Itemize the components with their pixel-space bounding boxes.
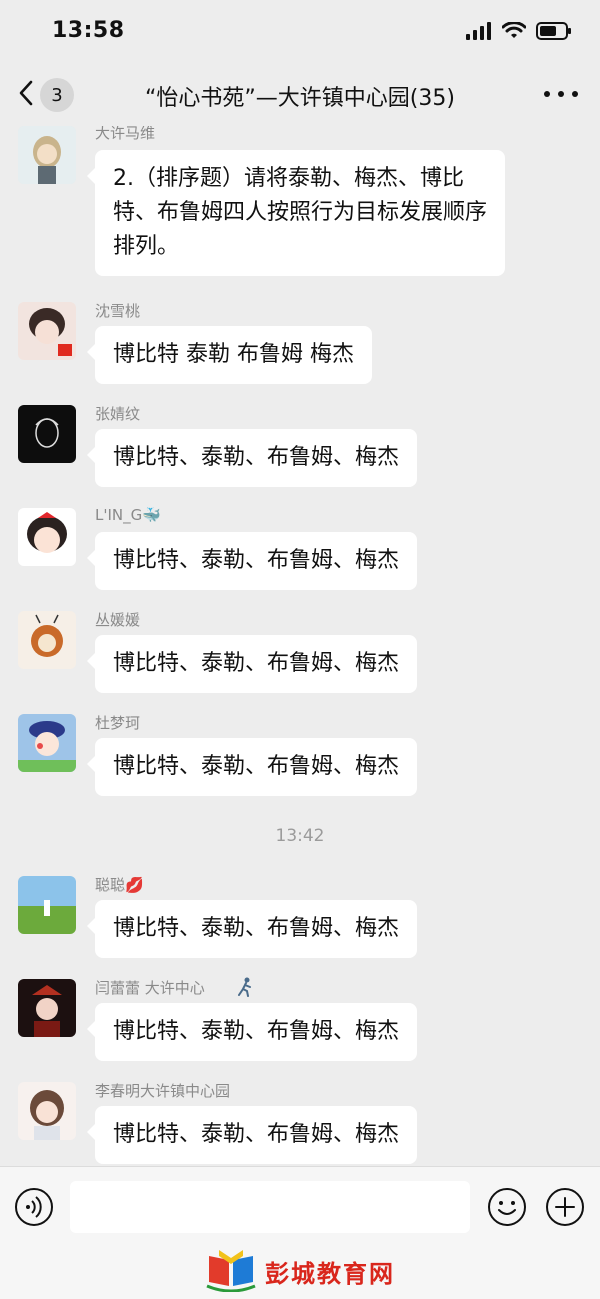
- sender-name: 李春明大许镇中心园: [95, 1082, 231, 1100]
- emoji-button[interactable]: [487, 1187, 527, 1227]
- voice-button[interactable]: [14, 1187, 54, 1227]
- status-icons: [466, 21, 572, 44]
- sender-name: 丛媛媛: [95, 611, 141, 629]
- message-bubble[interactable]: 博比特、泰勒、布鲁姆、梅杰: [86, 532, 418, 590]
- more-dot-icon: [558, 91, 564, 97]
- chevron-left-icon: [18, 79, 34, 111]
- message-bubble[interactable]: 2.（排序题）请将泰勒、梅杰、博比特、布鲁姆四人按照行为目标发展顺序排列。: [87, 150, 505, 276]
- book-logo-icon: [205, 1246, 257, 1296]
- chat-title: “怡心书苑”—大许镇中心园(35): [145, 86, 455, 111]
- more-dot-icon: [544, 91, 550, 97]
- wifi-icon: [501, 21, 527, 44]
- plus-icon: [545, 1188, 585, 1231]
- message-bubble[interactable]: 博比特 泰勒 布鲁姆 梅杰: [87, 326, 372, 384]
- more-dot-icon: [572, 91, 578, 97]
- message-bubble[interactable]: 博比特、泰勒、布鲁姆、梅杰: [86, 900, 418, 958]
- battery-icon: [536, 22, 572, 44]
- avatar[interactable]: [18, 1082, 76, 1140]
- running-person-icon: [236, 977, 254, 1001]
- sender-name: 大许马维: [95, 126, 156, 142]
- watermark-text: 彭城教育网: [265, 1259, 395, 1288]
- sender-name: 聪聪💋: [95, 876, 144, 894]
- back-button[interactable]: 3: [18, 78, 88, 112]
- voice-icon: [14, 1188, 54, 1231]
- message-bubble[interactable]: 博比特、泰勒、布鲁姆、梅杰: [86, 1106, 418, 1164]
- avatar[interactable]: [18, 611, 76, 669]
- avatar[interactable]: [18, 126, 76, 184]
- time-divider: 13:42: [275, 826, 325, 846]
- watermark-logo: 彭城教育网: [205, 1243, 415, 1299]
- sender-name: 杜梦珂: [95, 714, 141, 732]
- sender-name: L'IN_G🐳: [95, 506, 161, 524]
- unread-badge: 3: [40, 78, 74, 112]
- message-input[interactable]: [70, 1181, 470, 1233]
- signal-icon: [466, 22, 492, 44]
- chat-messages[interactable]: 大许马维 2.（排序题）请将泰勒、梅杰、博比特、布鲁姆四人按照行为目标发展顺序排…: [0, 126, 600, 1166]
- status-time: 13:58: [52, 18, 125, 43]
- status-bar: 13:58: [0, 0, 600, 62]
- avatar[interactable]: [18, 302, 76, 360]
- message-bubble[interactable]: 博比特、泰勒、布鲁姆、梅杰: [86, 429, 418, 487]
- sender-name: 张婧纹: [95, 405, 141, 423]
- message-bubble[interactable]: 博比特、泰勒、布鲁姆、梅杰: [86, 1003, 418, 1061]
- avatar[interactable]: [18, 508, 76, 566]
- nav-bar: 3 “怡心书苑”—大许镇中心园(35): [0, 62, 600, 126]
- add-button[interactable]: [545, 1187, 585, 1227]
- sender-name: 闫蕾蕾 大许中心: [95, 979, 205, 997]
- avatar[interactable]: [18, 876, 76, 934]
- avatar[interactable]: [18, 405, 76, 463]
- avatar[interactable]: [18, 979, 76, 1037]
- more-options-button[interactable]: [544, 82, 578, 106]
- message-bubble[interactable]: 博比特、泰勒、布鲁姆、梅杰: [86, 738, 418, 796]
- input-bar: 彭城教育网: [0, 1166, 600, 1299]
- sender-name: 沈雪桃: [95, 302, 141, 320]
- avatar[interactable]: [18, 714, 76, 772]
- emoji-icon: [487, 1188, 527, 1231]
- message-bubble[interactable]: 博比特、泰勒、布鲁姆、梅杰: [86, 635, 418, 693]
